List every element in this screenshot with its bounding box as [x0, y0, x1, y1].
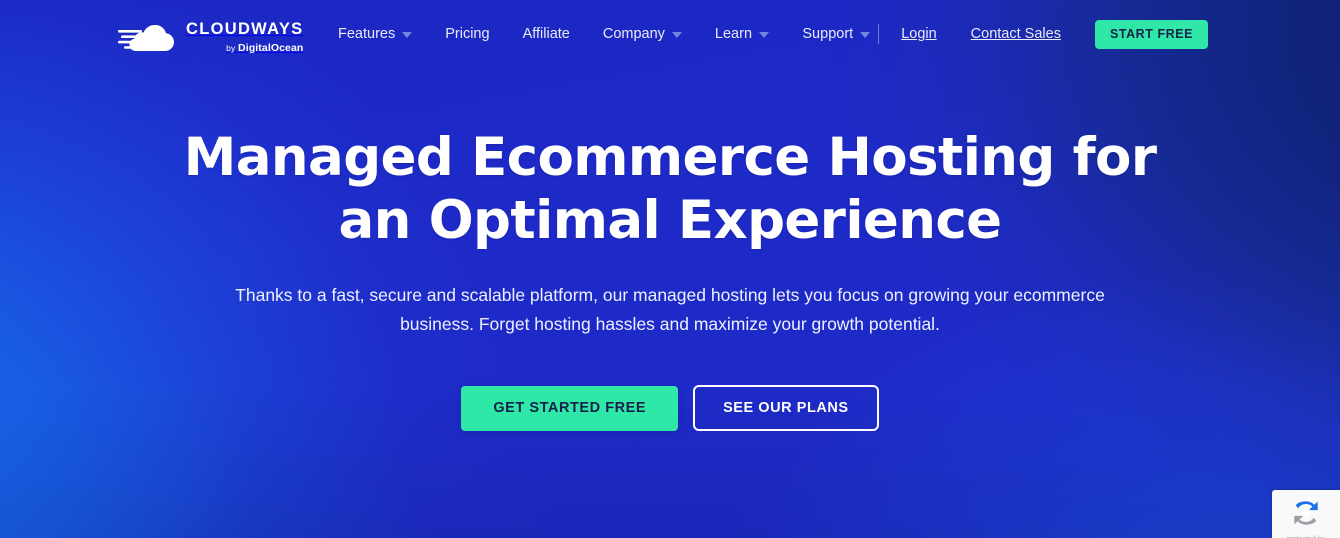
nav-item-affiliate-label: Affiliate — [522, 26, 570, 42]
see-our-plans-button[interactable]: SEE OUR PLANS — [693, 385, 879, 431]
nav-item-pricing[interactable]: Pricing — [445, 20, 489, 48]
chevron-down-icon — [671, 32, 682, 38]
nav-item-learn-label: Learn — [714, 26, 753, 42]
brand-logo[interactable]: CLOUDWAYS by DigitalOcean — [118, 18, 303, 56]
hero-content: Managed Ecommerce Hosting for an Optimal… — [0, 126, 1340, 431]
cloud-speed-icon — [118, 20, 180, 54]
nav-item-company-label: Company — [602, 26, 665, 42]
secondary-navigation: Support Login Contact Sales START FREE — [802, 0, 1208, 68]
nav-item-features[interactable]: Features — [338, 20, 413, 48]
brand-by-label: by — [226, 43, 239, 54]
chevron-down-icon — [759, 32, 770, 38]
hero-cta-group: GET STARTED FREE SEE OUR PLANS — [0, 385, 1340, 431]
site-header: CLOUDWAYS by DigitalOcean Features Prici… — [0, 0, 1340, 68]
brand-parent-line: by DigitalOcean — [186, 39, 303, 55]
nav-item-support-label: Support — [802, 26, 854, 42]
primary-navigation: Features Pricing Affiliate Company Learn — [338, 0, 802, 68]
page-title-line-1: Managed Ecommerce Hosting for — [183, 127, 1157, 188]
nav-item-pricing-label: Pricing — [445, 26, 490, 42]
nav-item-company[interactable]: Company — [603, 20, 682, 48]
chevron-down-icon — [860, 32, 871, 38]
nav-item-learn[interactable]: Learn — [714, 20, 770, 48]
page-title: Managed Ecommerce Hosting for an Optimal… — [0, 126, 1340, 252]
get-started-free-button[interactable]: GET STARTED FREE — [461, 385, 679, 431]
recaptcha-icon — [1289, 496, 1323, 535]
brand-parent-name: DigitalOcean — [238, 42, 304, 55]
brand-logo-text: CLOUDWAYS by DigitalOcean — [186, 19, 303, 56]
nav-item-features-label: Features — [338, 26, 396, 42]
contact-sales-link[interactable]: Contact Sales — [971, 26, 1061, 42]
recaptcha-badge[interactable]: protected by — [1272, 490, 1340, 538]
nav-divider — [878, 24, 880, 44]
hero-section: Managed Ecommerce Hosting for an Optimal… — [0, 0, 1340, 538]
hero-subtitle: Thanks to a fast, secure and scalable pl… — [235, 285, 1105, 334]
nav-item-support[interactable]: Support — [802, 20, 871, 48]
start-free-button[interactable]: START FREE — [1094, 19, 1208, 49]
chevron-down-icon — [402, 32, 413, 38]
nav-item-affiliate[interactable]: Affiliate — [523, 20, 570, 48]
page-title-line-2: an Optimal Experience — [338, 190, 1002, 251]
login-link[interactable]: Login — [901, 26, 936, 42]
brand-name: CLOUDWAYS — [186, 19, 304, 38]
